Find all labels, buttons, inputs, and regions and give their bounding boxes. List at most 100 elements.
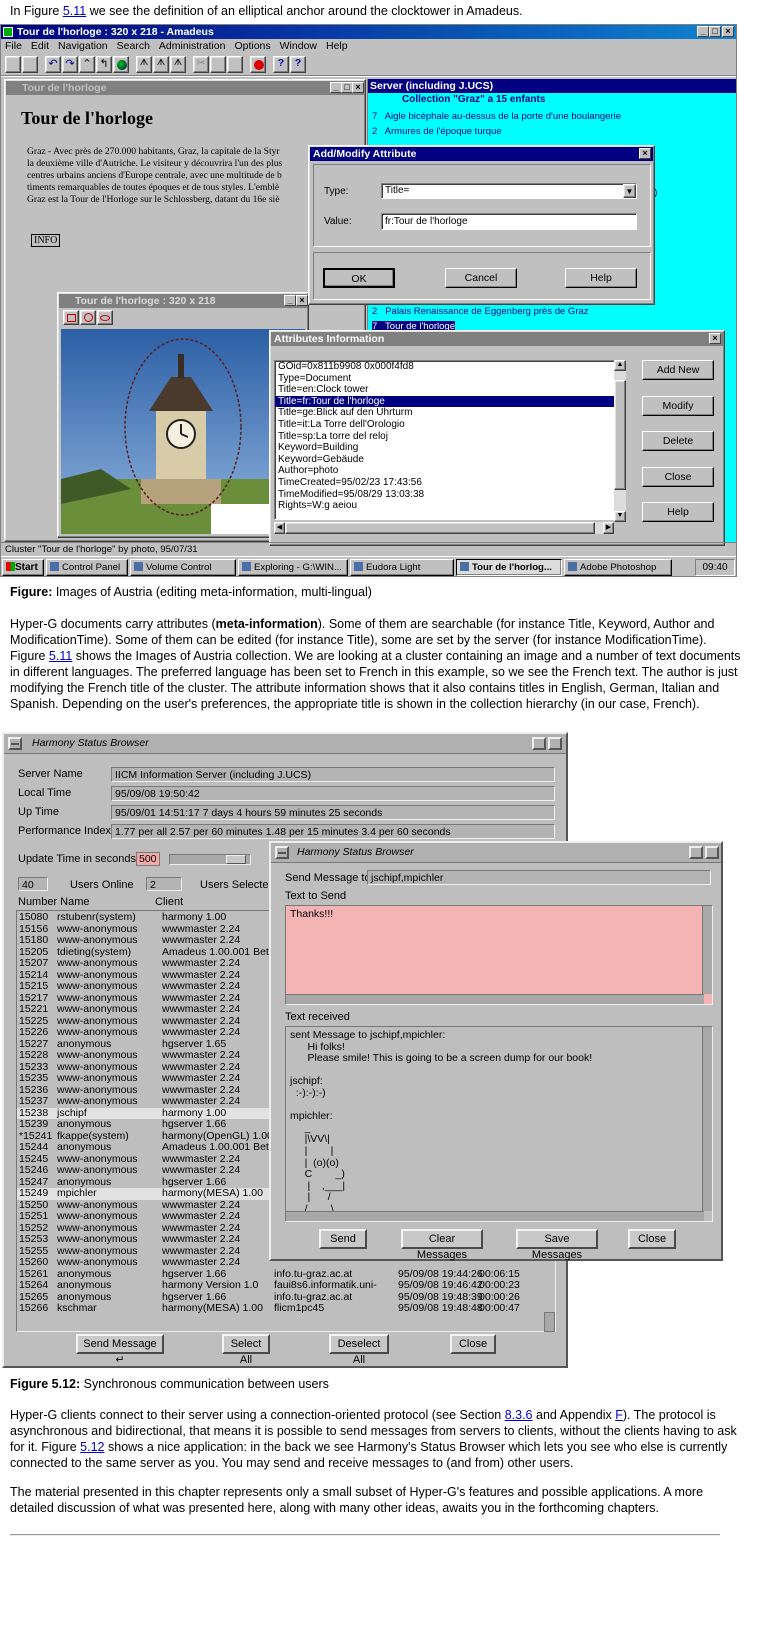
minimize-icon[interactable] bbox=[532, 737, 546, 750]
figure-link[interactable]: 5.12 bbox=[80, 1440, 104, 1454]
user-row[interactable]: 15264 anonymous harmony Version 1.0 faui8s6… bbox=[17, 1279, 555, 1292]
update-time-slider[interactable] bbox=[169, 854, 251, 865]
taskbar-item[interactable]: Control Panel bbox=[46, 559, 128, 576]
info-button[interactable]: INFO bbox=[31, 234, 61, 247]
attribute-item-selected[interactable]: Title=fr:Tour de l'horloge bbox=[275, 395, 625, 408]
menu-search[interactable]: Search bbox=[117, 40, 150, 54]
image-minimize-button[interactable]: _ bbox=[284, 295, 296, 306]
globe-icon[interactable] bbox=[113, 56, 129, 73]
ellipse-tool-icon[interactable] bbox=[97, 310, 113, 325]
close-button[interactable]: × bbox=[722, 26, 734, 37]
attributes-close-btn[interactable]: Close bbox=[642, 467, 714, 487]
deselect-all-button[interactable]: Deselect All bbox=[329, 1334, 389, 1366]
attribute-item[interactable]: TimeCreated=95/02/23 17:43:56 bbox=[275, 477, 625, 489]
message-close-button[interactable]: Close bbox=[628, 1229, 676, 1249]
ok-button[interactable]: OK bbox=[323, 268, 395, 288]
scroll-left-icon[interactable]: ◀ bbox=[274, 522, 285, 534]
save-messages-button[interactable]: Save Messages bbox=[516, 1229, 598, 1261]
figure-link[interactable]: 5.11 bbox=[63, 4, 86, 18]
attributes-list[interactable]: GOid=0x811b9908 0x000f4fd8 Type=Document T… bbox=[274, 360, 626, 520]
maximize-button[interactable]: □ bbox=[709, 26, 721, 37]
menu-file[interactable]: File bbox=[5, 40, 22, 54]
users-scrollbar[interactable] bbox=[544, 1312, 555, 1332]
cut-icon[interactable]: ✂ bbox=[193, 56, 209, 73]
search-icon[interactable]: ᗑ bbox=[136, 56, 152, 73]
taskbar-item[interactable]: Volume Control bbox=[130, 559, 236, 576]
clear-messages-button[interactable]: Clear Messages bbox=[401, 1229, 483, 1261]
received-hscrollbar[interactable] bbox=[286, 1211, 704, 1221]
minimize-icon[interactable] bbox=[689, 846, 703, 859]
send-to-field[interactable]: jschipf,mpichler bbox=[367, 870, 711, 885]
cancel-button[interactable]: Cancel bbox=[445, 268, 517, 288]
circle-tool-icon[interactable] bbox=[80, 310, 96, 325]
section-link[interactable]: 8.3.6 bbox=[505, 1408, 533, 1422]
menu-navigation[interactable]: Navigation bbox=[58, 40, 108, 54]
help-icon[interactable]: ? bbox=[273, 56, 289, 73]
attribute-item[interactable]: Title=ge:Blick auf den Uhrturm bbox=[275, 407, 625, 419]
text-to-send-area[interactable]: Thanks!!! bbox=[285, 905, 713, 1005]
attribute-item[interactable]: TimeModified=95/08/29 13:03:38 bbox=[275, 489, 625, 501]
collection-item[interactable]: 2 Palais Renaissance de Eggenberg près d… bbox=[372, 306, 589, 317]
taskbar-item[interactable]: Tour de l'horlog... bbox=[456, 559, 562, 576]
user-row[interactable]: 15266 kschmar harmony(MESA) 1.00 flicm1pc45… bbox=[17, 1302, 555, 1315]
send-scrollbar[interactable] bbox=[702, 906, 712, 994]
start-button[interactable]: Start bbox=[2, 559, 44, 576]
menu-options[interactable]: Options bbox=[234, 40, 270, 54]
collection-item[interactable]: 7 Aigle bicéphale au-dessus de la porte … bbox=[372, 111, 621, 122]
scroll-down-icon[interactable]: ▼ bbox=[614, 511, 626, 522]
delete-button[interactable]: Delete bbox=[642, 431, 714, 451]
collection-item[interactable]: 2 Armures de l'époque turque bbox=[372, 126, 502, 137]
modify-button[interactable]: Modify bbox=[642, 396, 714, 416]
attribute-item[interactable]: Rights=W:g aeiou bbox=[275, 500, 625, 512]
maximize-icon[interactable] bbox=[705, 846, 719, 859]
attribute-item[interactable]: Title=sp:La torre del reloj bbox=[275, 431, 625, 443]
attribute-item[interactable]: GOid=0x811b9908 0x000f4fd8 bbox=[275, 361, 625, 373]
doc-close-button[interactable]: × bbox=[352, 82, 364, 93]
attributes-hscrollbar[interactable]: ◀ ▶ bbox=[274, 522, 614, 534]
figure-link[interactable]: 5.11 bbox=[49, 649, 72, 663]
attribute-item[interactable]: Type=Document bbox=[275, 373, 625, 385]
update-time-input[interactable]: 500 bbox=[136, 852, 160, 866]
image-close-button[interactable]: × bbox=[296, 295, 308, 306]
attribute-item[interactable]: Author=photo bbox=[275, 465, 625, 477]
copy-icon[interactable] bbox=[210, 56, 226, 73]
attribute-item[interactable]: Title=it:La Torre dell'Orologio bbox=[275, 419, 625, 431]
back-icon[interactable]: ↰ bbox=[96, 56, 112, 73]
dialog-close-button[interactable]: × bbox=[639, 148, 651, 159]
appendix-link[interactable]: F bbox=[615, 1408, 623, 1422]
send-hscrollbar[interactable] bbox=[286, 994, 704, 1004]
taskbar-item[interactable]: Eudora Light bbox=[350, 559, 454, 576]
value-input[interactable]: fr:Tour de l'horloge bbox=[381, 213, 637, 230]
menu-administration[interactable]: Administration bbox=[159, 40, 226, 54]
window-menu-icon[interactable] bbox=[275, 846, 289, 859]
window-menu-icon[interactable] bbox=[8, 737, 22, 750]
scroll-up-icon[interactable]: ▲ bbox=[614, 360, 626, 371]
menu-window[interactable]: Window bbox=[280, 40, 317, 54]
received-scrollbar[interactable] bbox=[702, 1027, 712, 1211]
taskbar-item[interactable]: Adobe Photoshop bbox=[564, 559, 672, 576]
stop-icon[interactable] bbox=[250, 56, 266, 73]
context-help-icon[interactable]: ? bbox=[290, 56, 306, 73]
add-new-button[interactable]: Add New bbox=[642, 360, 714, 380]
rect-tool-icon[interactable] bbox=[63, 310, 79, 325]
scroll-right-icon[interactable]: ▶ bbox=[603, 522, 614, 534]
save-icon[interactable] bbox=[5, 56, 21, 73]
send-message-button[interactable]: Send Message ↵ bbox=[76, 1334, 164, 1366]
minimize-button[interactable]: _ bbox=[697, 26, 709, 37]
print-icon[interactable] bbox=[22, 56, 38, 73]
line-tool-icon[interactable]: ⌃ bbox=[79, 56, 95, 73]
search-next-icon[interactable]: ᗑ bbox=[153, 56, 169, 73]
attribute-item[interactable]: Title=en:Clock tower bbox=[275, 384, 625, 396]
binoculars-icon[interactable]: ᗑ bbox=[170, 56, 186, 73]
attributes-close-button[interactable]: × bbox=[709, 333, 721, 344]
chevron-down-icon[interactable]: ▼ bbox=[623, 184, 636, 198]
type-select[interactable]: Title= ▼ bbox=[381, 183, 637, 199]
attribute-item[interactable]: Keyword=Gebäude bbox=[275, 454, 625, 466]
help-button[interactable]: Help bbox=[565, 268, 637, 288]
menu-edit[interactable]: Edit bbox=[31, 40, 49, 54]
select-all-button[interactable]: Select All bbox=[222, 1334, 270, 1366]
undo-icon[interactable]: ↶ bbox=[45, 56, 61, 73]
attributes-help-button[interactable]: Help bbox=[642, 502, 714, 522]
redo-icon[interactable]: ↷ bbox=[62, 56, 78, 73]
attribute-item[interactable]: Keyword=Building bbox=[275, 442, 625, 454]
